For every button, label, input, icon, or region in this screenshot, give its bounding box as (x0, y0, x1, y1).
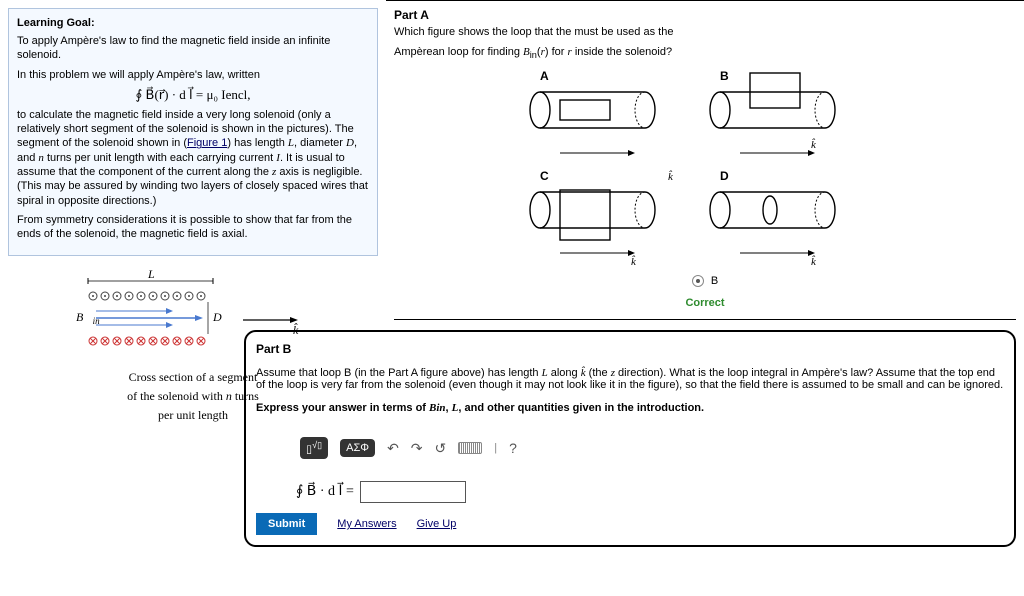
txt: (the (586, 367, 611, 379)
figure-1-link[interactable]: Figure 1 (187, 137, 227, 149)
give-up-link[interactable]: Give Up (417, 518, 457, 530)
answer-line: ∮ B⃗ · d l⃗ = (296, 481, 1004, 503)
learning-goal-box: Learning Goal: To apply Ampère's law to … (8, 8, 378, 256)
redo-icon[interactable]: ↷ (411, 440, 423, 457)
reset-icon[interactable]: ↺ (435, 440, 447, 457)
goal-para-2a: In this problem we will apply Ampère's l… (17, 68, 369, 82)
goal-para-3: From symmetry considerations it is possi… (17, 213, 369, 242)
svg-text:B: B (720, 69, 729, 83)
template-tool-button[interactable]: ▯√▯ (300, 437, 328, 459)
my-answers-link[interactable]: My Answers (337, 518, 396, 530)
txt: Express your answer in terms of (256, 402, 429, 414)
part-b-instruction: Express your answer in terms of Bin, L, … (256, 402, 1004, 414)
part-b-section: Part B Assume that loop B (in the Part A… (244, 330, 1016, 547)
answer-input[interactable] (360, 481, 466, 503)
part-b-header: Part B (256, 342, 1004, 356)
lhs-expression: ∮ B⃗ · d l⃗ = (296, 483, 354, 500)
txt: turns per unit length with each carrying… (44, 152, 276, 164)
selected-answer: B (394, 275, 1016, 287)
goal-para-2b: to calculate the magnetic field inside a… (17, 108, 369, 208)
var: Bin (429, 402, 446, 414)
var-D: D (346, 137, 354, 149)
part-a-q2: Ampèrean loop for finding Bin(r) for r i… (394, 46, 1016, 60)
txt: ) has length (227, 137, 288, 149)
svg-text:k̂: k̂ (668, 170, 674, 183)
svg-text:k̂: k̂ (631, 255, 637, 265)
submit-button[interactable]: Submit (256, 513, 317, 535)
part-a-q1: Which figure shows the loop that the mus… (394, 26, 1016, 38)
answer-toolbar: ▯√▯ ΑΣΦ ↶ ↷ ↺ | ? (296, 433, 521, 463)
svg-text:A: A (540, 69, 549, 83)
radio-selected-icon (692, 275, 704, 287)
selected-answer-text: B (711, 275, 718, 287)
options-figure: A B k̂ C (394, 65, 1016, 265)
help-icon[interactable]: ? (509, 440, 517, 456)
part-a-section: Part A Which figure shows the loop that … (394, 8, 1016, 320)
part-b-question: Assume that loop B (in the Part A figure… (256, 367, 1004, 391)
svg-text:k̂: k̂ (811, 138, 817, 151)
correct-label: Correct (394, 297, 1016, 309)
txt: , diameter (294, 137, 346, 149)
svg-text:k̂: k̂ (811, 255, 817, 265)
svg-text:D: D (212, 310, 222, 324)
goal-header: Learning Goal: (17, 17, 369, 29)
txt: along (548, 367, 581, 379)
keyboard-icon[interactable] (458, 442, 482, 454)
amperes-law-equation: ∮ B⃗(r⃗) · d l⃗ = μ₀ Iencl, (17, 87, 369, 103)
goal-para-1: To apply Ampère's law to find the magnet… (17, 34, 369, 63)
svg-text:C: C (540, 169, 549, 183)
undo-icon[interactable]: ↶ (387, 440, 399, 457)
txt: , and other quantities given in the intr… (458, 402, 704, 414)
svg-text:L: L (147, 267, 155, 281)
svg-text:D: D (720, 169, 729, 183)
txt: Assume that loop B (in the Part A figure… (256, 367, 542, 379)
greek-tool-button[interactable]: ΑΣΦ (340, 439, 375, 457)
part-a-header: Part A (394, 8, 1016, 22)
